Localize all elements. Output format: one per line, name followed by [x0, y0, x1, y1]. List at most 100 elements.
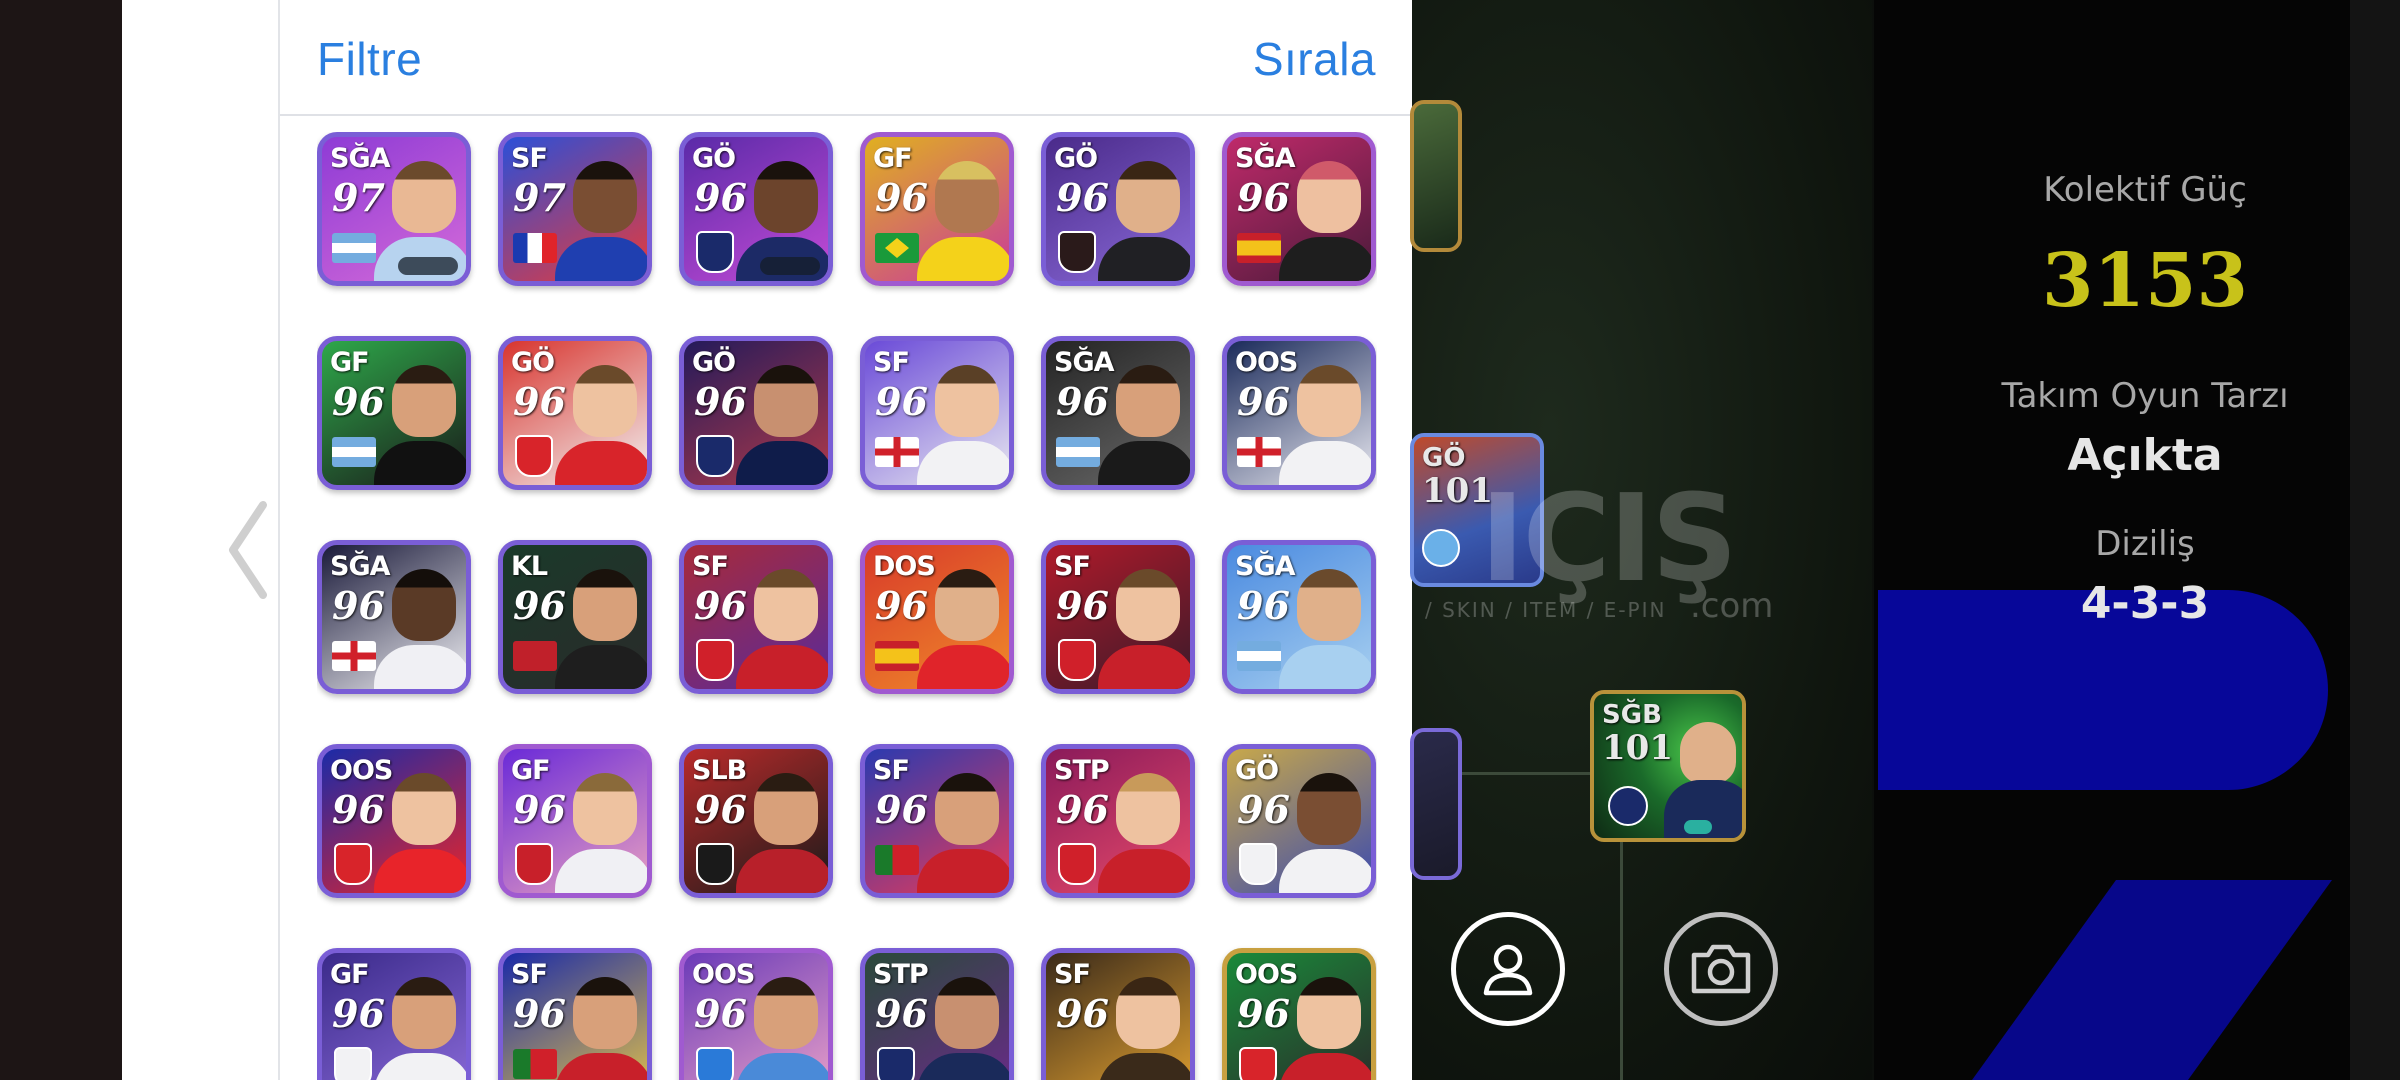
player-rating: 96 [875, 583, 928, 628]
player-kit [555, 849, 647, 893]
player-kit [1279, 849, 1371, 893]
player-card[interactable]: OOS 96 [679, 948, 833, 1080]
team-strength-value: 3153 [2042, 238, 2248, 324]
player-position: GF [873, 143, 913, 174]
skill-indicator-icon [760, 257, 820, 275]
player-face [1116, 365, 1180, 437]
player-rating: 96 [1237, 583, 1290, 628]
player-card[interactable]: SF 96 [1041, 540, 1195, 694]
player-card[interactable]: SĞA 96 [1222, 540, 1376, 694]
player-rating: 96 [694, 991, 747, 1036]
player-kit [917, 441, 1009, 485]
player-card[interactable]: STP 96 [1041, 744, 1195, 898]
player-card[interactable]: STP 96 [860, 948, 1014, 1080]
player-kit [917, 849, 1009, 893]
pitch-player-card-partial[interactable] [1410, 728, 1462, 880]
player-card[interactable]: SĞA 97 [317, 132, 471, 286]
morocco-flag-icon [513, 641, 557, 671]
back-chevron-icon[interactable] [215, 495, 285, 605]
player-card[interactable]: GÖ 96 [679, 336, 833, 490]
player-rating: 96 [875, 991, 928, 1036]
watermark-domain: .com [1690, 586, 1774, 626]
filter-button[interactable]: Filtre [317, 32, 422, 86]
player-card[interactable]: OOS 96 [1222, 336, 1376, 490]
formation-value: 4-3-3 [2080, 578, 2210, 629]
playstyle-value: Açıkta [2067, 430, 2223, 481]
player-position: SF [873, 347, 910, 378]
watermark-tagline: / SKIN / ITEM / E-PIN [1425, 598, 1667, 622]
dark-badge-icon [1058, 231, 1096, 273]
skill-indicator-icon [398, 257, 458, 275]
player-face [392, 773, 456, 845]
pitch-player-card[interactable]: SĞB 101 [1590, 690, 1746, 842]
player-position: STP [1054, 755, 1110, 786]
pitch-player-card-partial[interactable] [1410, 100, 1462, 252]
player-card[interactable]: SĞA 96 [1222, 132, 1376, 286]
player-kit [1098, 441, 1190, 485]
sort-button[interactable]: Sırala [1253, 32, 1376, 86]
player-kit [736, 1053, 828, 1080]
player-kit [1279, 237, 1371, 281]
player-card[interactable]: GF 96 [498, 744, 652, 898]
player-face [935, 977, 999, 1049]
player-kit [917, 237, 1009, 281]
player-rating: 96 [513, 787, 566, 832]
player-card[interactable]: GF 96 [860, 132, 1014, 286]
list-header: Filtre Sırala [280, 0, 1412, 116]
player-face [392, 365, 456, 437]
player-kit [555, 1053, 647, 1080]
player-kit [1279, 441, 1371, 485]
player-card[interactable]: GÖ 96 [1041, 132, 1195, 286]
spain-flag-icon [1237, 233, 1281, 263]
pitch-card-rating: 101 [1602, 728, 1673, 768]
player-position: SĞA [1235, 551, 1296, 582]
player-card[interactable]: SĞA 96 [1041, 336, 1195, 490]
player-card[interactable]: SF 96 [1041, 948, 1195, 1080]
player-face [754, 161, 818, 233]
player-kit [736, 441, 828, 485]
player-card[interactable]: GÖ 96 [1222, 744, 1376, 898]
player-position: OOS [692, 959, 755, 990]
formation-label: Diziliş [2095, 524, 2195, 564]
player-rating: 96 [1056, 583, 1109, 628]
player-card[interactable]: SF 96 [498, 948, 652, 1080]
player-card[interactable]: SĞA 96 [317, 540, 471, 694]
realmadrid-badge-icon [1239, 843, 1277, 885]
player-position: GÖ [1235, 755, 1279, 786]
player-face [392, 569, 456, 641]
arsenal-badge-icon [334, 843, 372, 885]
player-card[interactable]: GF 96 [317, 336, 471, 490]
player-kit [736, 645, 828, 689]
bayern-badge-icon [696, 639, 734, 681]
player-card[interactable]: GF 96 [317, 948, 471, 1080]
player-card[interactable]: GÖ 96 [498, 336, 652, 490]
player-position: GÖ [692, 143, 736, 174]
player-face [935, 365, 999, 437]
player-face [573, 977, 637, 1049]
atletico-badge-icon [515, 843, 553, 885]
argentina-flag-icon [1237, 641, 1281, 671]
player-card[interactable]: KL 96 [498, 540, 652, 694]
player-card[interactable]: SLB 96 [679, 744, 833, 898]
player-card[interactable]: SF 96 [679, 540, 833, 694]
person-icon [1483, 944, 1533, 996]
screenshot-button[interactable] [1664, 912, 1778, 1026]
player-card[interactable]: SF 96 [860, 744, 1014, 898]
player-card[interactable]: OOS 96 [317, 744, 471, 898]
player-card[interactable]: OOS 96 [1222, 948, 1376, 1080]
player-rating: 96 [875, 379, 928, 424]
player-card[interactable]: SF 97 [498, 132, 652, 286]
player-position: GÖ [1054, 143, 1098, 174]
right-edge [2350, 0, 2400, 1080]
argentina-flag-icon [1056, 437, 1100, 467]
player-card[interactable]: DOS 96 [860, 540, 1014, 694]
psg-badge-icon [877, 1047, 915, 1080]
profile-button[interactable] [1451, 912, 1565, 1026]
player-kit [374, 441, 466, 485]
player-card[interactable]: GÖ 96 [679, 132, 833, 286]
player-card[interactable]: SF 96 [860, 336, 1014, 490]
player-face [935, 569, 999, 641]
skill-indicator-icon [1684, 820, 1712, 834]
player-rating: 97 [332, 175, 385, 220]
player-position: GF [511, 755, 551, 786]
